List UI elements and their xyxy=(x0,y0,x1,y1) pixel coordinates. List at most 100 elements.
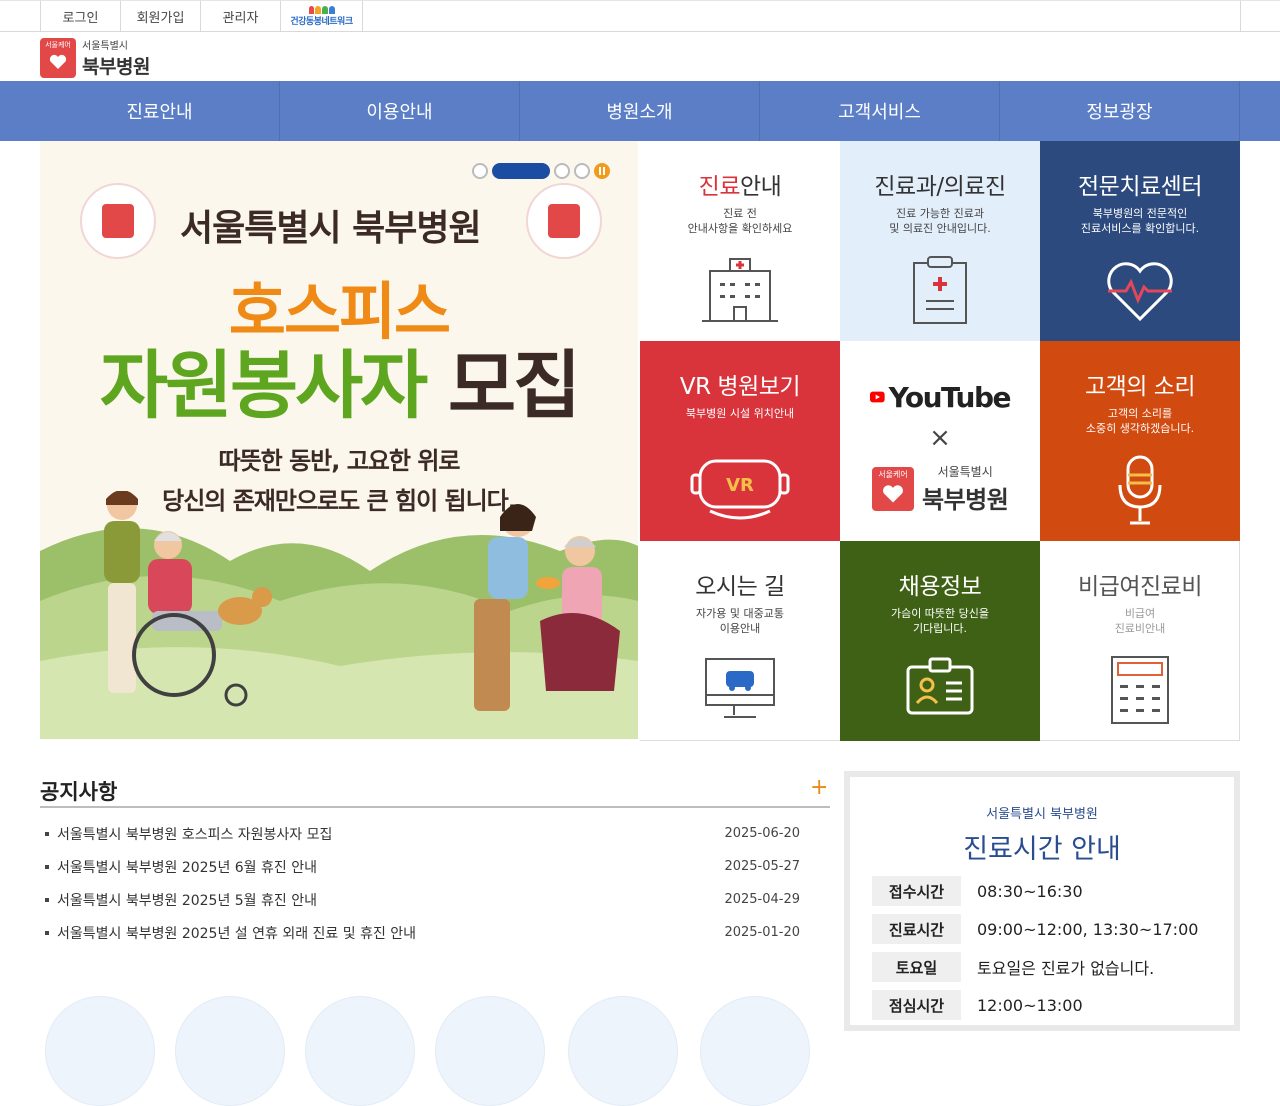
hours-key: 점심시간 xyxy=(872,990,961,1020)
volunteer-illustration xyxy=(40,491,638,739)
tile-directions[interactable]: 오시는 길 자가용 및 대중교통 이용안내 xyxy=(640,541,840,741)
notice-item-date: 2025-06-20 xyxy=(724,826,800,841)
tile-non-covered-fees[interactable]: 비급여진료비 비급여 진료비안내 xyxy=(1040,541,1240,741)
slide-dot[interactable] xyxy=(554,163,570,179)
logo-small-text: 서울특별시 xyxy=(937,465,993,479)
nav-item-info-plaza[interactable]: 정보광장 xyxy=(1000,81,1240,141)
tile-recruitment[interactable]: 채용정보 가슴이 따뜻한 당신을 기다립니다. xyxy=(840,541,1040,741)
pause-icon[interactable] xyxy=(594,163,610,179)
network-logo-icon xyxy=(308,6,335,14)
hours-key: 접수시간 xyxy=(872,876,961,906)
microphone-icon xyxy=(1118,455,1162,525)
tile-youtube[interactable]: YouTube × 서울케어 서울특별시 북부병원 xyxy=(840,341,1040,541)
times-mark: × xyxy=(929,423,951,453)
hospital-icon xyxy=(702,258,778,322)
hospital-logo: 서울케어 서울특별시 북부병원 xyxy=(872,463,1009,515)
logo-small-text: 서울특별시 xyxy=(82,41,128,52)
quick-menu-circle[interactable] xyxy=(175,996,285,1106)
hours-key: 진료시간 xyxy=(872,914,961,944)
banner-subtext-1: 따뜻한 동반, 고요한 위로 xyxy=(218,447,461,475)
svg-text:VR: VR xyxy=(726,475,754,496)
hours-row: 진료시간 09:00~12:00, 13:30~17:00 xyxy=(872,914,1222,944)
notice-item-title: 서울특별시 북부병원 2025년 5월 휴진 안내 xyxy=(40,890,317,910)
notice-item-title: 서울특별시 북부병원 2025년 설 연휴 외래 진료 및 휴진 안내 xyxy=(40,923,416,943)
monitor-car-icon xyxy=(705,658,775,718)
list-item[interactable]: 서울특별시 북부병원 2025년 6월 휴진 안내 2025-05-27 xyxy=(40,850,800,883)
hours-value: 08:30~16:30 xyxy=(977,881,1083,901)
tile-title: 고객의 소리 xyxy=(1084,374,1196,400)
quick-menu-circle[interactable] xyxy=(305,996,415,1106)
tile-care-guide[interactable]: 진료안내 진료 전 안내사항을 확인하세요 xyxy=(640,141,840,341)
quick-menu-circles xyxy=(40,996,820,1106)
nav-item-care-guide[interactable]: 진료안내 xyxy=(40,81,280,141)
vr-headset-icon: VR xyxy=(690,459,790,520)
quick-menu-circle[interactable] xyxy=(568,996,678,1106)
hours-value: 토요일은 진료가 없습니다. xyxy=(977,959,1155,978)
network-logo-text: 건강동봉네트워크 xyxy=(290,17,353,27)
quick-menu-circle[interactable] xyxy=(45,996,155,1106)
notice-title: 공지사항 xyxy=(40,780,118,804)
divider xyxy=(40,806,830,808)
heart-pulse-icon xyxy=(1107,262,1173,322)
tile-customer-voice[interactable]: 고객의 소리 고객의 소리를 소중히 생각하겠습니다. xyxy=(1040,341,1240,541)
hours-row: 접수시간 08:30~16:30 xyxy=(872,876,1222,906)
slide-dot[interactable] xyxy=(472,163,488,179)
seoul-care-logo-icon: 서울케어 xyxy=(40,38,76,78)
hours-title: 진료시간 안내 xyxy=(963,834,1121,865)
site-logo[interactable]: 서울케어 서울특별시 북부병원 xyxy=(40,37,150,79)
banner-org: 서울특별시 북부병원 xyxy=(180,208,482,249)
hours-org: 서울특별시 북부병원 xyxy=(986,807,1098,822)
login-link[interactable]: 로그인 xyxy=(41,1,121,32)
list-item[interactable]: 서울특별시 북부병원 2025년 설 연휴 외래 진료 및 휴진 안내 2025-… xyxy=(40,916,800,949)
tile-title: 비급여진료비 xyxy=(1078,574,1202,600)
hospital-seal-icon xyxy=(80,183,156,259)
quick-menu-circle[interactable] xyxy=(435,996,545,1106)
clinic-hours-panel: 서울특별시 북부병원 진료시간 안내 접수시간 08:30~16:30 진료시간 0… xyxy=(844,771,1240,1031)
notice-item-date: 2025-01-20 xyxy=(724,925,800,940)
logo-big-text: 북부병원 xyxy=(82,56,150,78)
hours-value: 12:00~13:00 xyxy=(977,995,1083,1015)
banner-headline-green: 자원봉사자 xyxy=(99,343,428,429)
tile-departments[interactable]: 진료과/의료진 진료 가능한 진료과 및 의료진 안내입니다. xyxy=(840,141,1040,341)
slider-controls xyxy=(472,163,610,179)
tile-desc: 비급여 진료비안내 xyxy=(1114,607,1166,635)
calculator-icon xyxy=(1111,656,1169,724)
hours-value: 09:00~12:00, 13:30~17:00 xyxy=(977,919,1199,939)
banner-headline-dark: 모집 xyxy=(448,343,581,429)
main-banner[interactable]: 서울특별시 북부병원 호스피스 자원봉사자 모집 따뜻한 동반, 고요한 위로 … xyxy=(40,141,638,739)
utility-bar: 로그인 회원가입 관리자 건강동봉네트워크 xyxy=(0,0,1280,32)
hours-row: 토요일 토요일은 진료가 없습니다. xyxy=(872,952,1222,982)
tile-title: 진료과/의료진 xyxy=(874,174,1006,200)
logo-mark-text: 서울케어 xyxy=(45,41,71,49)
notice-more-button[interactable]: + xyxy=(810,775,828,800)
tile-desc: 고객의 소리를 소중히 생각하겠습니다. xyxy=(1085,407,1195,435)
slide-dot[interactable] xyxy=(574,163,590,179)
health-network-logo-link[interactable]: 건강동봉네트워크 xyxy=(281,1,363,32)
tile-desc: 자가용 및 대중교통 이용안내 xyxy=(696,607,784,635)
logo-big-text: 북부병원 xyxy=(922,486,1009,514)
join-link[interactable]: 회원가입 xyxy=(121,1,201,32)
youtube-logo: YouTube xyxy=(870,379,1012,415)
tile-title: VR 병원보기 xyxy=(679,374,801,400)
quick-menu-circle[interactable] xyxy=(700,996,810,1106)
tile-title: 채용정보 xyxy=(898,574,982,600)
nav-item-about[interactable]: 병원소개 xyxy=(520,81,760,141)
nav-item-usage-guide[interactable]: 이용안내 xyxy=(280,81,520,141)
list-item[interactable]: 서울특별시 북부병원 호스피스 자원봉사자 모집 2025-06-20 xyxy=(40,817,800,850)
list-item[interactable]: 서울특별시 북부병원 2025년 5월 휴진 안내 2025-04-29 xyxy=(40,883,800,916)
tile-desc: 진료 전 안내사항을 확인하세요 xyxy=(687,207,793,235)
tile-title: 전문치료센터 xyxy=(1078,174,1202,200)
hours-key: 토요일 xyxy=(872,952,961,982)
slide-dot-active[interactable] xyxy=(492,163,550,179)
main-nav: 진료안내 이용안내 병원소개 고객서비스 정보광장 xyxy=(0,81,1280,141)
tile-desc: 북부병원의 전문적인 진료서비스를 확인합니다. xyxy=(1080,207,1200,235)
nav-item-customer-service[interactable]: 고객서비스 xyxy=(760,81,1000,141)
banner-headline-2: 자원봉사자 모집 xyxy=(40,326,638,433)
tile-specialty-center[interactable]: 전문치료센터 북부병원의 전문적인 진료서비스를 확인합니다. xyxy=(1040,141,1240,341)
clipboard-icon xyxy=(913,256,967,324)
admin-link[interactable]: 관리자 xyxy=(201,1,281,32)
tile-desc: 북부병원 시설 위치안내 xyxy=(685,407,795,420)
tile-desc: 가슴이 따뜻한 당신을 기다립니다. xyxy=(890,607,990,635)
hospital-seal-icon xyxy=(526,183,602,259)
tile-vr-tour[interactable]: VR 병원보기 북부병원 시설 위치안내 VR xyxy=(640,341,840,541)
